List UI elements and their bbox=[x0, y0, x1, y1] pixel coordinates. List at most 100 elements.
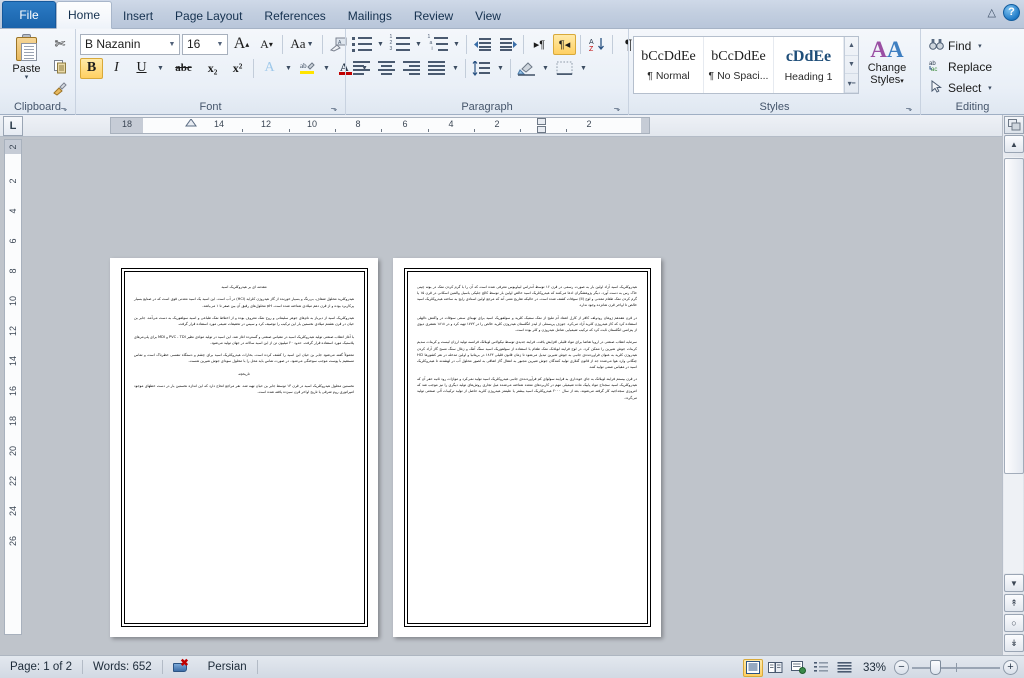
style-no-spacing[interactable]: bCcDdEe ¶ No Spaci... bbox=[704, 37, 774, 93]
page-2-body[interactable]: هیدروکلریک اسید آزاد اولین بار به صورت ر… bbox=[417, 284, 637, 613]
underline-button[interactable]: U bbox=[130, 58, 153, 79]
borders-icon[interactable] bbox=[553, 58, 576, 79]
multilevel-list-icon[interactable]: 1 a i bbox=[426, 34, 449, 55]
scissors-icon[interactable]: ✄ bbox=[49, 34, 71, 54]
numbering-icon[interactable]: 1 2 3 bbox=[388, 34, 411, 55]
page-indicator[interactable]: Page: 1 of 2 bbox=[0, 660, 82, 675]
styles-dialog-launcher[interactable]: ⬎ bbox=[904, 104, 914, 114]
format-painter-icon[interactable] bbox=[49, 78, 71, 98]
select-button[interactable]: Select ▾ bbox=[925, 77, 997, 98]
shading-icon[interactable] bbox=[515, 58, 538, 79]
tab-mailings[interactable]: Mailings bbox=[337, 4, 403, 28]
find-button[interactable]: Find ▾ bbox=[925, 35, 987, 56]
justify-icon[interactable] bbox=[425, 58, 448, 79]
select-caret-icon[interactable]: ▾ bbox=[985, 84, 994, 92]
line-spacing-icon[interactable] bbox=[470, 58, 493, 79]
subscript-button[interactable]: x₂ bbox=[201, 58, 224, 79]
tab-stop-selector-icon[interactable]: L bbox=[3, 115, 23, 136]
word-count[interactable]: Words: 652 bbox=[83, 660, 162, 675]
left-to-right-text-icon[interactable]: ▸¶ bbox=[528, 34, 551, 55]
proofing-status[interactable]: ✖ bbox=[163, 658, 198, 675]
font-dialog-launcher[interactable]: ⬎ bbox=[329, 104, 339, 114]
split-window-icon[interactable] bbox=[1004, 116, 1024, 134]
replace-button[interactable]: ab ac Replace bbox=[925, 56, 995, 77]
justify-caret-icon[interactable]: ▼ bbox=[450, 58, 461, 79]
change-case-icon[interactable]: Aa ▼ bbox=[287, 34, 318, 55]
align-center-icon[interactable] bbox=[375, 58, 398, 79]
chevron-down-icon[interactable]: ▼ bbox=[165, 41, 179, 48]
zoom-slider-thumb[interactable] bbox=[930, 660, 941, 675]
sort-az-icon[interactable]: A Z bbox=[585, 34, 608, 55]
underline-caret-icon[interactable]: ▼ bbox=[155, 58, 166, 79]
strikethrough-button[interactable]: abc bbox=[168, 58, 199, 79]
find-caret-icon[interactable]: ▾ bbox=[975, 42, 984, 50]
next-page-icon[interactable]: ↡ bbox=[1004, 634, 1024, 652]
italic-button[interactable]: I bbox=[105, 58, 128, 79]
text-effects-caret-icon[interactable]: ▼ bbox=[283, 58, 294, 79]
right-to-left-text-icon[interactable]: ¶◂ bbox=[553, 33, 576, 55]
text-highlight-icon[interactable]: ab bbox=[296, 58, 319, 79]
zoom-in-button[interactable]: + bbox=[1003, 660, 1018, 675]
chevron-up-icon[interactable]: △ bbox=[988, 6, 996, 19]
tab-references[interactable]: References bbox=[253, 4, 336, 28]
language-indicator[interactable]: Persian bbox=[198, 660, 257, 675]
change-styles-button[interactable]: AA Change Styles▾ bbox=[859, 36, 915, 88]
shrink-font-icon[interactable]: A ▾ bbox=[255, 34, 278, 55]
zoom-slider[interactable] bbox=[912, 660, 1000, 675]
paragraph-dialog-launcher[interactable]: ⬎ bbox=[612, 104, 622, 114]
grow-font-icon[interactable]: A ▴ bbox=[230, 34, 253, 55]
styles-more-icon[interactable]: ▾ ━ bbox=[845, 74, 858, 94]
style-heading-1[interactable]: cDdEe Heading 1 bbox=[774, 37, 844, 93]
document-page-1[interactable]: مقدمه ای بر هیدروکلریک اسید هیدروکلرید م… bbox=[110, 258, 378, 637]
page-1-body[interactable]: مقدمه ای بر هیدروکلریک اسید هیدروکلرید م… bbox=[134, 284, 354, 613]
style-normal[interactable]: bCcDdEe ¶ Normal bbox=[634, 37, 704, 93]
horizontal-ruler[interactable]: 18 14 12 10 8 6 4 2 2 bbox=[110, 117, 650, 134]
print-layout-icon[interactable] bbox=[742, 658, 763, 677]
tab-insert[interactable]: Insert bbox=[112, 4, 164, 28]
previous-page-icon[interactable]: ↟ bbox=[1004, 594, 1024, 612]
zoom-out-button[interactable]: − bbox=[894, 660, 909, 675]
document-canvas[interactable]: مقدمه ای بر هیدروکلریک اسید هیدروکلرید م… bbox=[26, 138, 1002, 655]
highlight-caret-icon[interactable]: ▼ bbox=[321, 58, 332, 79]
right-indent-marker[interactable] bbox=[537, 118, 546, 125]
bullets-caret-icon[interactable]: ▼ bbox=[375, 34, 386, 55]
vertical-ruler[interactable]: 2 2 4 6 8 10 12 14 16 18 20 22 24 26 bbox=[4, 139, 22, 635]
superscript-button[interactable]: x² bbox=[226, 58, 249, 79]
increase-indent-icon[interactable] bbox=[496, 34, 519, 55]
vertical-scrollbar[interactable]: ▲ ▼ ↟ ○ ↡ bbox=[1002, 115, 1024, 655]
chevron-down-icon[interactable]: ▼ bbox=[213, 41, 227, 48]
borders-caret-icon[interactable]: ▼ bbox=[578, 58, 589, 79]
clipboard-dialog-launcher[interactable]: ⬎ bbox=[59, 104, 69, 114]
web-layout-icon[interactable] bbox=[789, 659, 809, 677]
tab-review[interactable]: Review bbox=[403, 4, 464, 28]
zoom-level-label[interactable]: 33% bbox=[858, 662, 891, 674]
select-browse-object-icon[interactable]: ○ bbox=[1004, 614, 1024, 632]
font-size-combo[interactable]: 16 ▼ bbox=[182, 33, 228, 55]
hanging-indent-marker[interactable] bbox=[185, 119, 197, 128]
scroll-thumb[interactable] bbox=[1004, 158, 1024, 474]
help-question-icon[interactable]: ? bbox=[1003, 4, 1020, 21]
tab-page-layout[interactable]: Page Layout bbox=[164, 4, 253, 28]
document-page-2[interactable]: هیدروکلریک اسید آزاد اولین بار به صورت ر… bbox=[393, 258, 661, 637]
styles-scroll-up-icon[interactable]: ▲ bbox=[845, 37, 858, 56]
tab-view[interactable]: View bbox=[464, 4, 512, 28]
styles-gallery-scrollbar[interactable]: ▲ ▼ ▾ ━ bbox=[844, 37, 858, 94]
tab-file[interactable]: File bbox=[2, 1, 56, 28]
numbering-caret-icon[interactable]: ▼ bbox=[413, 34, 424, 55]
outline-view-icon[interactable] bbox=[812, 659, 832, 677]
first-line-indent-marker[interactable] bbox=[537, 126, 546, 133]
full-screen-reading-icon[interactable] bbox=[766, 659, 786, 677]
tab-home[interactable]: Home bbox=[56, 1, 113, 29]
multilevel-caret-icon[interactable]: ▼ bbox=[451, 34, 462, 55]
line-spacing-caret-icon[interactable]: ▼ bbox=[495, 58, 506, 79]
styles-scroll-down-icon[interactable]: ▼ bbox=[845, 56, 858, 75]
align-left-icon[interactable] bbox=[350, 58, 373, 79]
bullets-icon[interactable] bbox=[350, 34, 373, 55]
copy-icon[interactable] bbox=[49, 56, 71, 76]
decrease-indent-icon[interactable] bbox=[471, 34, 494, 55]
change-styles-caret-icon[interactable]: ▾ bbox=[900, 78, 904, 85]
paste-button[interactable]: Paste ▾ bbox=[4, 32, 49, 81]
paste-caret-icon[interactable]: ▾ bbox=[25, 74, 29, 81]
scroll-down-button[interactable]: ▼ bbox=[1004, 574, 1024, 592]
bold-button[interactable]: B bbox=[80, 57, 103, 79]
